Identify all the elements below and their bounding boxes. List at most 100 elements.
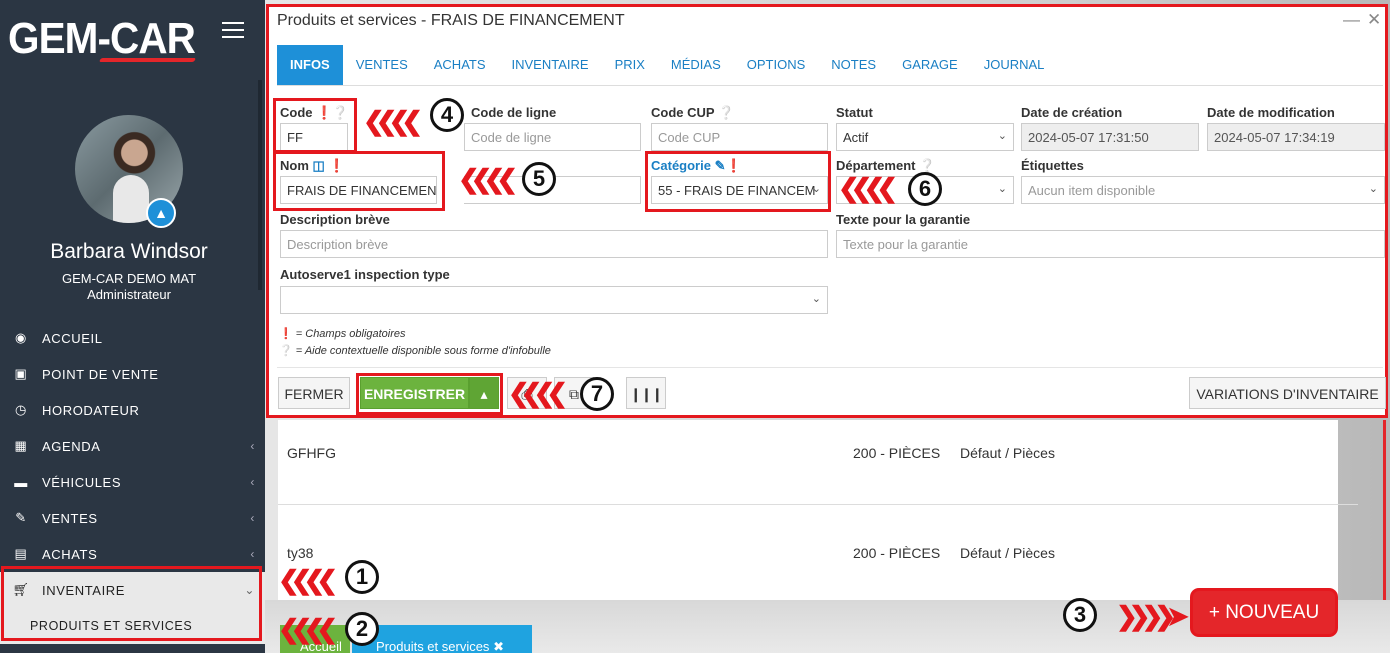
logo-bar: GEM-CAR	[0, 0, 265, 80]
tab-options[interactable]: OPTIONS	[734, 45, 819, 85]
description-input[interactable]: Description brève	[280, 230, 828, 258]
tab-journal[interactable]: JOURNAL	[971, 45, 1058, 85]
date-modif-label: Date de modification	[1207, 105, 1335, 120]
chevron-down-icon: ⌄	[997, 183, 1007, 195]
help-icon: ❔	[279, 345, 293, 357]
highlight-box-code	[273, 98, 357, 153]
bottom-tab-label: Produits et services	[376, 639, 490, 653]
sidebar-item-label: POINT DE VENTE	[42, 366, 159, 382]
sidebar-item-label: VÉHICULES	[42, 474, 122, 490]
statut-label: Statut	[836, 105, 873, 120]
menu-toggle-icon[interactable]	[222, 22, 244, 43]
tab-achats[interactable]: ACHATS	[421, 45, 499, 85]
chevron-left-icon: ‹	[250, 439, 255, 453]
sidebar-scrollbar[interactable]	[258, 80, 262, 290]
modal-tabs: INFOS VENTES ACHATS INVENTAIRE PRIX MÉDI…	[277, 45, 1377, 85]
sidebar-item-agenda[interactable]: ▦ AGENDA ‹	[0, 428, 265, 464]
callout-arrow-icon: ❮❮❮❮	[278, 614, 338, 644]
list-cell-name[interactable]: GFHFG	[287, 445, 336, 461]
highlight-box-sidebar	[1, 566, 262, 641]
etiquettes-select[interactable]: Aucun item disponible ⌄	[1021, 176, 1385, 204]
sidebar-item-ventes[interactable]: ✎ VENTES ‹	[0, 500, 265, 536]
highlight-box-categorie	[645, 151, 831, 212]
app-logo[interactable]: GEM-CAR	[8, 14, 196, 64]
sidebar-item-horodateur[interactable]: ◷ HORODATEUR	[0, 392, 265, 428]
statut-select[interactable]: Actif ⌄	[836, 123, 1014, 151]
close-icon[interactable]: ✖	[493, 639, 504, 653]
code-ligne-input[interactable]: Code de ligne	[464, 123, 641, 151]
copy-icon: ⧉	[569, 386, 579, 402]
list-cell-name[interactable]: ty38	[287, 545, 313, 561]
sidebar-item-label: ACHATS	[42, 546, 98, 562]
etiquettes-label: Étiquettes	[1021, 158, 1084, 173]
callout-number: 4	[430, 98, 464, 132]
sidebar-item-label: ACCUEIL	[42, 330, 103, 346]
tab-infos[interactable]: INFOS	[277, 45, 343, 85]
list-cell-dept: Défaut / Pièces	[960, 545, 1055, 561]
list-cell-category: 200 - PIÈCES	[853, 445, 941, 461]
barcode-button[interactable]: ❙❙❙	[626, 377, 666, 409]
close-icon[interactable]: ✕	[1367, 10, 1381, 30]
required-icon: ❗	[279, 328, 293, 340]
legend-help: ❔ = Aide contextuelle disponible sous fo…	[279, 344, 551, 357]
departement-label-text: Département	[836, 158, 916, 173]
chevron-left-icon: ‹	[250, 475, 255, 489]
scroll-indicator	[1383, 420, 1386, 600]
highlight-box-enregistrer	[356, 373, 503, 415]
help-icon[interactable]: ❔	[718, 105, 734, 120]
callout-arrow-icon: ❮❮❮❮	[363, 106, 423, 136]
etiquettes-placeholder: Aucun item disponible	[1028, 183, 1156, 198]
date-modif-field: 2024-05-07 17:34:19	[1207, 123, 1385, 151]
garantie-label: Texte pour la garantie	[836, 212, 971, 227]
barcode-icon: ❙❙❙	[629, 386, 663, 402]
edit-icon: ✎	[15, 510, 27, 525]
tab-garage[interactable]: GARAGE	[889, 45, 971, 85]
callout-arrow-icon: ❮❮❮❮	[458, 164, 518, 194]
list-cell-dept: Défaut / Pièces	[960, 445, 1055, 461]
fermer-button[interactable]: FERMER	[278, 377, 350, 409]
callout-number: 7	[580, 377, 614, 411]
chevron-left-icon: ‹	[250, 511, 255, 525]
user-company: GEM-CAR DEMO MAT	[61, 271, 197, 286]
chevron-down-icon: ⌄	[1368, 183, 1378, 195]
date-creation-field: 2024-05-07 17:31:50	[1021, 123, 1199, 151]
list-cell-category: 200 - PIÈCES	[853, 545, 941, 561]
code-cup-input[interactable]: Code CUP	[651, 123, 828, 151]
legend-help-text: = Aide contextuelle disponible sous form…	[295, 345, 551, 357]
callout-number: 1	[345, 560, 379, 594]
sidebar-item-accueil[interactable]: ◉ ACCUEIL	[0, 320, 265, 356]
products-list	[278, 420, 1338, 600]
callout-arrow-icon: ❯❯❯❯➤	[1116, 601, 1189, 631]
sidebar-item-point-de-vente[interactable]: ▣ POINT DE VENTE	[0, 356, 265, 392]
tab-ventes[interactable]: VENTES	[343, 45, 421, 85]
tab-inventaire[interactable]: INVENTAIRE	[499, 45, 602, 85]
cash-register-icon: ▣	[14, 366, 28, 381]
user-name: Barbara Windsor	[50, 240, 208, 263]
date-creation-label: Date de création	[1021, 105, 1123, 120]
help-icon[interactable]: ❔	[919, 158, 935, 173]
tab-notes[interactable]: NOTES	[818, 45, 889, 85]
nouveau-button[interactable]: + NOUVEAU	[1193, 591, 1335, 634]
statut-value: Actif	[843, 130, 869, 145]
calendar-icon: ▦	[14, 438, 28, 453]
bottom-tab-produits[interactable]: Produits et services ✖	[352, 625, 532, 653]
sidebar-item-vehicules[interactable]: ▬ VÉHICULES ‹	[0, 464, 265, 500]
tab-prix[interactable]: PRIX	[602, 45, 658, 85]
user-badge-icon[interactable]: ▲	[146, 198, 176, 228]
modal-title: Produits et services - FRAIS DE FINANCEM…	[277, 12, 625, 29]
credit-card-icon: ▤	[14, 546, 28, 561]
legend-required-text: = Champs obligatoires	[295, 328, 406, 340]
tab-medias[interactable]: MÉDIAS	[658, 45, 734, 85]
callout-number: 3	[1063, 598, 1097, 632]
footer-divider	[277, 367, 1383, 368]
callout-number: 6	[908, 172, 942, 206]
chevron-down-icon: ⌄	[997, 130, 1007, 142]
variations-inventaire-button[interactable]: VARIATIONS D'INVENTAIRE	[1189, 377, 1386, 409]
autoserve-label: Autoserve1 inspection type	[280, 267, 450, 282]
autoserve-select[interactable]: ⌄	[280, 286, 828, 314]
garantie-input[interactable]: Texte pour la garantie	[836, 230, 1385, 258]
minimize-icon[interactable]: —	[1343, 10, 1360, 30]
product-modal: Produits et services - FRAIS DE FINANCEM…	[266, 4, 1388, 418]
callout-number: 5	[522, 162, 556, 196]
legend-required: ❗ = Champs obligatoires	[279, 327, 406, 340]
